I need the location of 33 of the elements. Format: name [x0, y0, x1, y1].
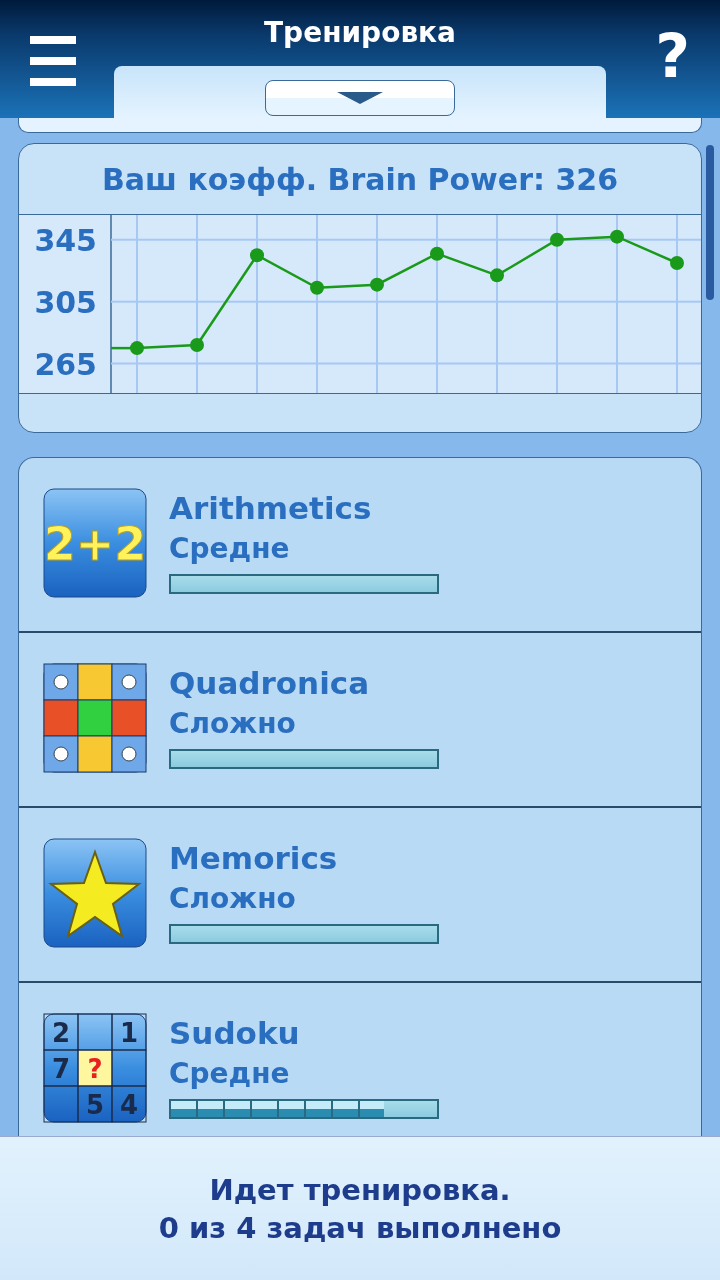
task-row[interactable]: 2 1 7 ? 5 4 Sudoku Средне	[19, 983, 701, 1133]
caret-icon	[337, 92, 383, 104]
data-point	[310, 280, 324, 295]
data-point	[130, 341, 144, 356]
task-row[interactable]: Quadronica Сложно	[19, 633, 701, 808]
status-text: Идет тренировка.	[209, 1171, 511, 1209]
data-point	[490, 268, 504, 283]
task-name: Memorics	[169, 839, 339, 878]
task-difficulty: Сложно	[169, 881, 297, 917]
data-point	[190, 338, 204, 352]
axis-tick-label: 305	[34, 284, 97, 320]
task-difficulty: Средне	[169, 1056, 291, 1092]
task-name: Arithmetics	[169, 489, 373, 528]
arithmetic-icon: 2+2	[43, 488, 147, 598]
task-name: Sudoku	[169, 1014, 301, 1053]
data-point	[670, 256, 684, 270]
dropdown-button[interactable]	[265, 80, 455, 116]
task-name: Quadronica	[169, 664, 371, 703]
task-difficulty: Средне	[169, 531, 291, 567]
status-text: 0 из 4 задач выполнено	[158, 1209, 562, 1247]
data-point	[370, 277, 384, 292]
data-point	[250, 248, 264, 263]
task-row[interactable]: Memorics Сложно	[19, 808, 701, 983]
data-point	[430, 246, 444, 261]
help-button[interactable]: ?	[655, 26, 690, 86]
axis-tick-label: 345	[34, 222, 97, 258]
axis-tick-label: 265	[34, 346, 97, 382]
screen-title: Тренировка	[264, 16, 456, 49]
sudoku-icon: 2 1 7 ? 5 4	[43, 1013, 147, 1123]
data-point	[550, 232, 564, 247]
data-point	[610, 229, 624, 244]
task-difficulty: Сложно	[169, 706, 297, 742]
color-grid-icon	[43, 663, 147, 773]
